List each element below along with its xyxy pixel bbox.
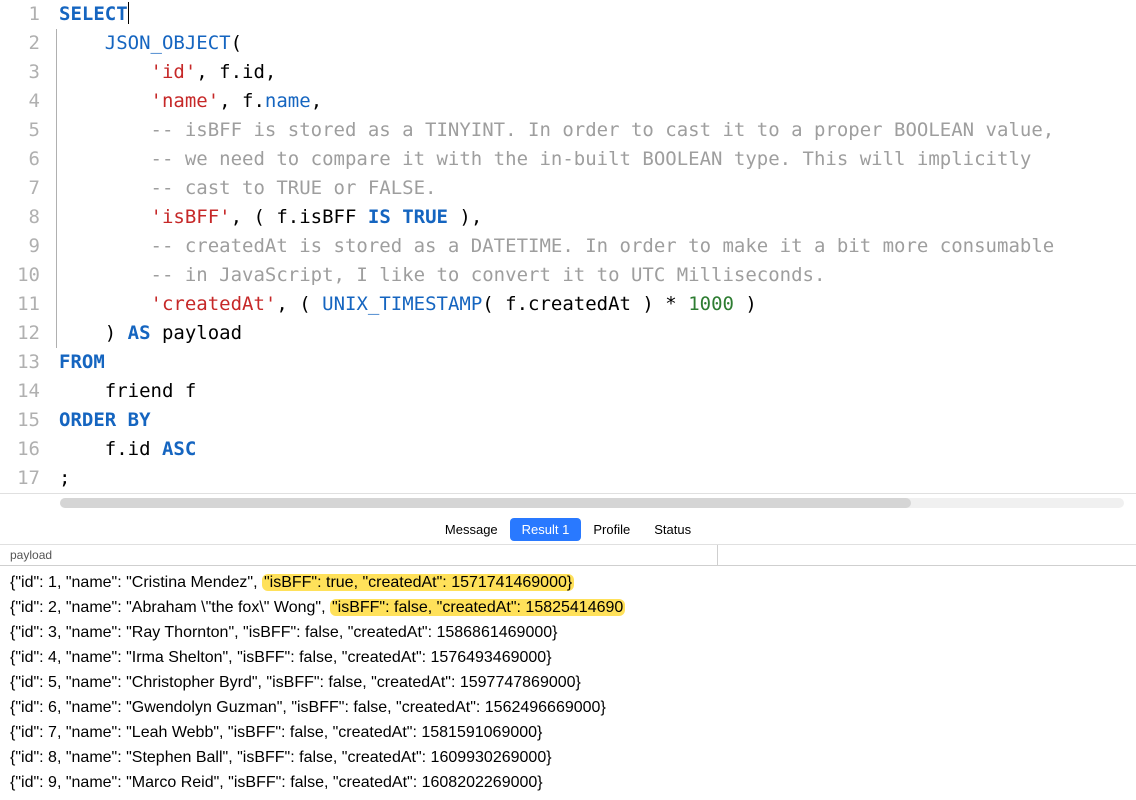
comment: -- createdAt is stored as a DATETIME. In… <box>151 235 1055 257</box>
table-row[interactable]: {"id": 5, "name": "Christopher Byrd", "i… <box>10 670 1128 695</box>
comment: -- cast to TRUE or FALSE. <box>151 177 437 199</box>
keyword-from: FROM <box>59 351 105 373</box>
line-number: 2 <box>0 29 40 58</box>
tab-message[interactable]: Message <box>433 518 510 541</box>
line-number: 17 <box>0 464 40 493</box>
line-number: 6 <box>0 145 40 174</box>
line-number: 13 <box>0 348 40 377</box>
line-number: 5 <box>0 116 40 145</box>
line-number: 9 <box>0 232 40 261</box>
row-text: {"id": 5, "name": "Christopher Byrd", "i… <box>10 674 581 691</box>
row-text: {"id": 3, "name": "Ray Thornton", "isBFF… <box>10 624 557 641</box>
row-text: {"id": 9, "name": "Marco Reid", "isBFF":… <box>10 774 543 791</box>
column-spacer <box>718 545 1136 565</box>
comment: -- in JavaScript, I like to convert it t… <box>151 264 826 286</box>
table-row[interactable]: {"id": 3, "name": "Ray Thornton", "isBFF… <box>10 620 1128 645</box>
fn-json-object: JSON_OBJECT <box>105 32 231 54</box>
text-cursor <box>128 2 129 24</box>
code-editor[interactable]: 1234567891011121314151617 SELECT JSON_OB… <box>0 0 1136 494</box>
line-number: 3 <box>0 58 40 87</box>
row-text: {"id": 7, "name": "Leah Webb", "isBFF": … <box>10 724 542 741</box>
highlighted-text: "isBFF": false, "createdAt": 15825414690 <box>330 599 625 616</box>
row-text: {"id": 6, "name": "Gwendolyn Guzman", "i… <box>10 699 606 716</box>
result-tabbar: Message Result 1 Profile Status <box>0 514 1136 545</box>
line-number: 4 <box>0 87 40 116</box>
table-row[interactable]: {"id": 4, "name": "Irma Shelton", "isBFF… <box>10 645 1128 670</box>
line-number: 12 <box>0 319 40 348</box>
table-row[interactable]: {"id": 9, "name": "Marco Reid", "isBFF":… <box>10 770 1128 795</box>
scrollbar-thumb[interactable] <box>60 498 911 508</box>
line-number: 14 <box>0 377 40 406</box>
comment: -- isBFF is stored as a TINYINT. In orde… <box>151 119 1055 141</box>
column-payload[interactable]: payload <box>0 545 718 565</box>
table-row[interactable]: {"id": 8, "name": "Stephen Ball", "isBFF… <box>10 745 1128 770</box>
comment: -- we need to compare it with the in-bui… <box>151 148 1032 170</box>
string-name: 'name' <box>151 90 220 112</box>
line-number: 7 <box>0 174 40 203</box>
line-number: 16 <box>0 435 40 464</box>
result-column-header[interactable]: payload <box>0 545 1136 566</box>
line-number: 1 <box>0 0 40 29</box>
row-text: {"id": 4, "name": "Irma Shelton", "isBFF… <box>10 649 552 666</box>
keyword-select: SELECT <box>59 3 128 25</box>
line-number: 8 <box>0 203 40 232</box>
row-text: {"id": 2, "name": "Abraham \"the fox\" W… <box>10 599 330 616</box>
tab-profile[interactable]: Profile <box>581 518 642 541</box>
code-area[interactable]: SELECT JSON_OBJECT( 'id', f.id, 'name', … <box>55 0 1054 493</box>
line-number: 11 <box>0 290 40 319</box>
line-number: 15 <box>0 406 40 435</box>
highlighted-text: "isBFF": true, "createdAt": 157174146900… <box>262 574 574 591</box>
string-isbff: 'isBFF' <box>151 206 231 228</box>
keyword-orderby: ORDER BY <box>59 409 151 431</box>
string-id: 'id' <box>151 61 197 83</box>
table-row[interactable]: {"id": 6, "name": "Gwendolyn Guzman", "i… <box>10 695 1128 720</box>
tab-result-1[interactable]: Result 1 <box>510 518 582 541</box>
line-number-gutter: 1234567891011121314151617 <box>0 0 55 493</box>
string-createdat: 'createdAt' <box>151 293 277 315</box>
row-text: {"id": 8, "name": "Stephen Ball", "isBFF… <box>10 749 552 766</box>
horizontal-scrollbar[interactable] <box>60 498 1124 508</box>
table-row[interactable]: {"id": 2, "name": "Abraham \"the fox\" W… <box>10 595 1128 620</box>
fold-guide <box>56 29 57 348</box>
table-row[interactable]: {"id": 7, "name": "Leah Webb", "isBFF": … <box>10 720 1128 745</box>
tab-status[interactable]: Status <box>642 518 703 541</box>
line-number: 10 <box>0 261 40 290</box>
result-grid[interactable]: {"id": 1, "name": "Cristina Mendez", "is… <box>0 566 1136 800</box>
table-row[interactable]: {"id": 1, "name": "Cristina Mendez", "is… <box>10 570 1128 595</box>
row-text: {"id": 1, "name": "Cristina Mendez", <box>10 574 262 591</box>
